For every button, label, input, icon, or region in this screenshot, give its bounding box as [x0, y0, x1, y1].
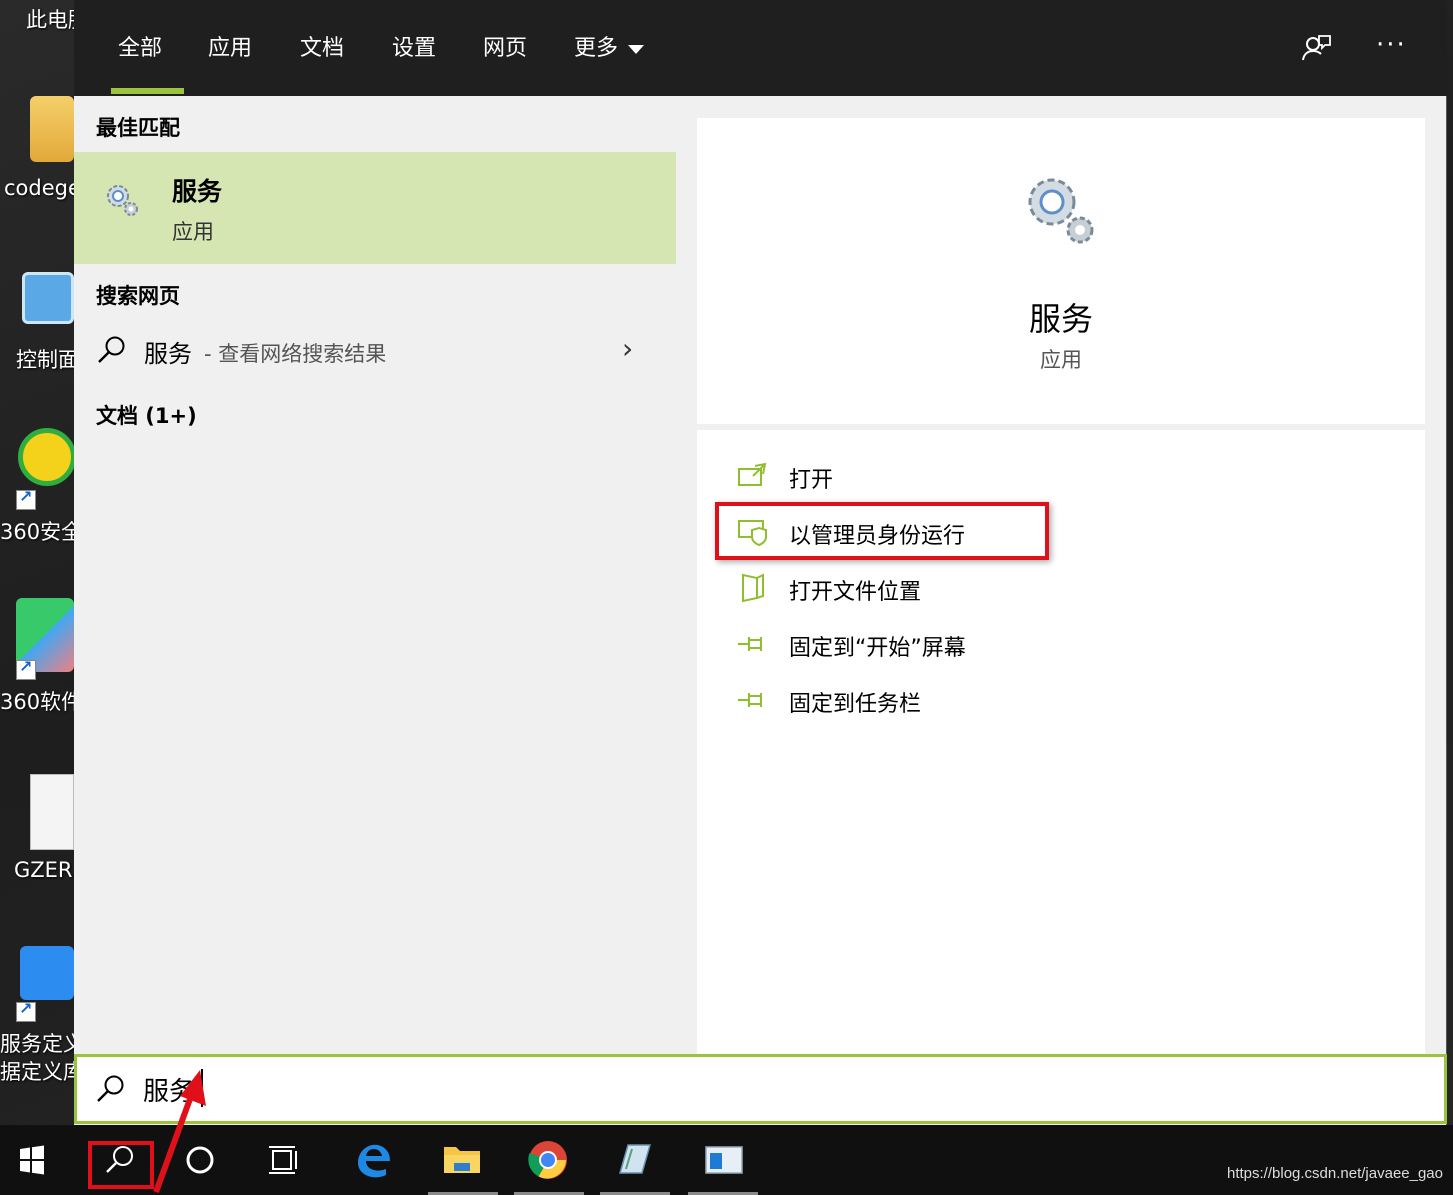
- desktop-icon-label: 360安全: [0, 520, 83, 544]
- shortcut-arrow-icon: [16, 487, 36, 510]
- tab-web[interactable]: 网页: [483, 30, 527, 66]
- documents-heading[interactable]: 文档 (1+): [96, 400, 197, 430]
- edge-browser-icon[interactable]: [350, 1137, 398, 1183]
- tab-apps[interactable]: 应用: [208, 30, 252, 66]
- desktop-icon-label: codege: [4, 176, 81, 200]
- best-match-heading: 最佳匹配: [96, 116, 180, 140]
- best-match-result[interactable]: 服务 应用: [74, 152, 676, 264]
- shortcut-arrow-icon: [16, 999, 36, 1022]
- tab-settings[interactable]: 设置: [392, 30, 436, 66]
- best-match-subtitle: 应用: [172, 220, 214, 244]
- chevron-right-icon[interactable]: ›: [622, 332, 633, 365]
- window-app-icon[interactable]: [700, 1137, 748, 1183]
- preview-subtitle: 应用: [1040, 348, 1082, 372]
- tab-all[interactable]: 全部: [118, 30, 162, 66]
- action-open-file-location[interactable]: 打开文件位置: [737, 570, 1037, 610]
- action-label: 打开文件位置: [789, 580, 922, 605]
- document-file-icon: [30, 774, 74, 850]
- actions-list: 打开 以管理员身份运行 打开文件位置 固定到“开始”屏幕 固定到任务栏: [697, 430, 1425, 1056]
- control-panel-icon: [22, 272, 74, 324]
- desktop-icon-label-line2: 据定义库: [0, 1060, 84, 1084]
- action-run-as-admin[interactable]: 以管理员身份运行: [737, 514, 1037, 554]
- tab-more: 更多: [574, 36, 619, 61]
- desktop-icon-label: 控制面: [16, 348, 79, 372]
- folder-location-icon: [742, 573, 764, 603]
- gears-icon: [1028, 178, 1094, 244]
- search-box[interactable]: [74, 1054, 1447, 1124]
- open-icon: [738, 462, 767, 486]
- shield-admin-icon: [738, 520, 767, 547]
- desktop-icon-label: GZER.: [14, 858, 79, 882]
- preview-card: 服务 应用: [697, 118, 1425, 424]
- search-icon: [98, 336, 125, 363]
- notepad-app-icon[interactable]: [610, 1137, 658, 1183]
- task-view-icon[interactable]: [260, 1137, 308, 1183]
- annotation-arrow: [153, 1070, 206, 1194]
- results-list: 最佳匹配 服务 应用 搜索网页 服务 - 查看网络搜索结果 › 文档 (1+): [74, 96, 676, 1056]
- best-match-title: 服务: [172, 177, 223, 206]
- tab-more-wrapper[interactable]: 更多: [574, 30, 645, 66]
- feedback-icon[interactable]: [1300, 32, 1332, 64]
- action-label: 打开: [789, 468, 834, 493]
- tab-documents[interactable]: 文档: [300, 30, 344, 66]
- wps-icon: [20, 946, 74, 1000]
- web-search-result[interactable]: 服务 - 查看网络搜索结果 ›: [74, 324, 676, 380]
- action-label: 固定到任务栏: [789, 692, 922, 717]
- 360-safe-icon: [18, 428, 76, 486]
- web-search-heading: 搜索网页: [96, 284, 180, 308]
- gears-icon: [107, 185, 138, 216]
- web-search-query: 服务: [144, 340, 192, 368]
- search-input[interactable]: [143, 1069, 743, 1109]
- action-pin-to-taskbar[interactable]: 固定到任务栏: [737, 682, 1037, 722]
- action-label: 以管理员身份运行: [789, 524, 966, 549]
- chevron-down-icon: [628, 44, 645, 54]
- pin-icon: [738, 693, 762, 707]
- search-panel: 全部 应用 文档 设置 网页 更多 ··· 最佳匹配 服务 应用 搜索网页 服务…: [74, 0, 1447, 1125]
- desktop-icon-label: 服务定义: [0, 1032, 84, 1056]
- search-filter-bar: 全部 应用 文档 设置 网页 更多 ···: [74, 0, 1447, 96]
- action-pin-to-start[interactable]: 固定到“开始”屏幕: [737, 626, 1037, 666]
- web-search-hint: - 查看网络搜索结果: [204, 342, 387, 366]
- shortcut-arrow-icon: [16, 657, 36, 680]
- pin-icon: [738, 637, 762, 651]
- annotation-highlight-box: [88, 1141, 154, 1189]
- more-options-icon[interactable]: ···: [1376, 30, 1407, 60]
- file-explorer-icon[interactable]: [438, 1137, 486, 1183]
- desktop-icon-label: 360软件: [0, 690, 83, 714]
- chrome-icon[interactable]: [524, 1137, 572, 1183]
- preview-title: 服务: [1028, 300, 1093, 338]
- search-icon: [97, 1075, 124, 1102]
- folder-icon: [30, 96, 74, 162]
- windows-start-icon[interactable]: [8, 1137, 56, 1183]
- action-label: 固定到“开始”屏幕: [789, 636, 966, 661]
- active-tab-indicator: [111, 88, 184, 94]
- watermark-text: https://blog.csdn.net/javaee_gao: [1227, 1165, 1443, 1182]
- action-open[interactable]: 打开: [737, 458, 1037, 498]
